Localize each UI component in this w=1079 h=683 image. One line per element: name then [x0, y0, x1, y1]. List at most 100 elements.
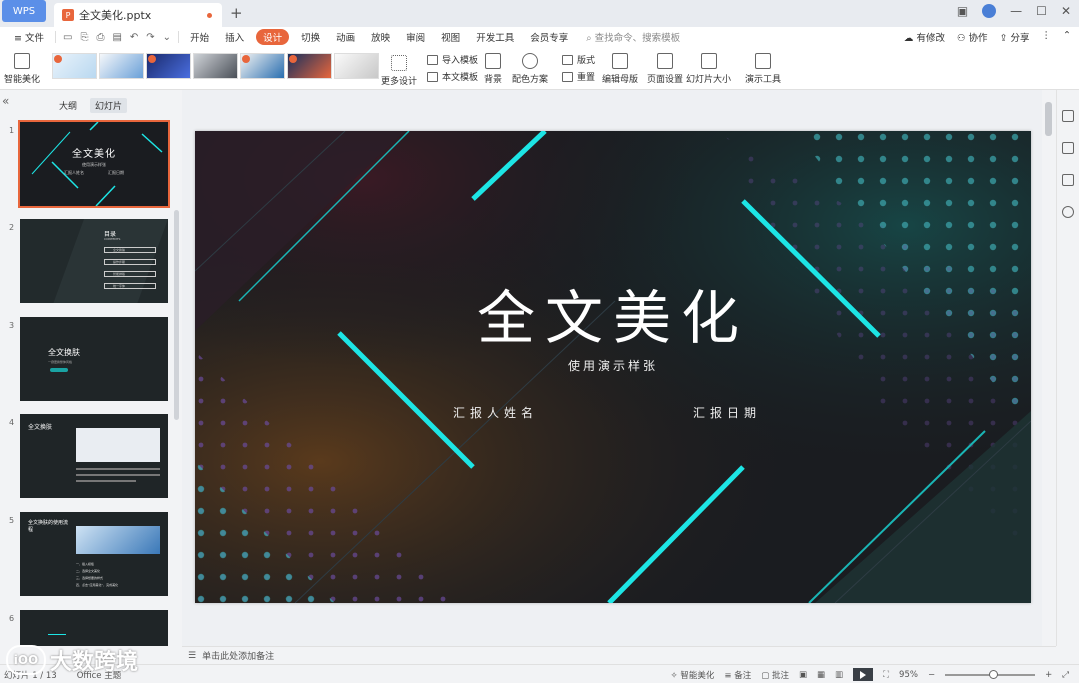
zoom-level[interactable]: 95% — [899, 670, 918, 680]
layout-icon[interactable]: ▣ — [957, 4, 968, 18]
more-design-label: 更多设计 — [381, 77, 418, 87]
vip-badge — [242, 55, 250, 63]
color-scheme-button[interactable]: 配色方案 — [512, 53, 548, 85]
fullscreen-icon[interactable]: ⤢ — [1062, 670, 1069, 680]
present-tools-button[interactable]: 演示工具 — [745, 53, 781, 85]
slide-title[interactable]: 全文美化 — [195, 271, 1031, 355]
notes-toggle[interactable]: ≡ 备注 — [724, 669, 751, 681]
fit-window-icon[interactable]: ⛶ — [883, 670, 889, 680]
background-button[interactable]: 背景 — [484, 53, 502, 85]
edit-master-button[interactable]: 编辑母版 — [602, 53, 638, 85]
current-slide[interactable]: 全文美化 使用演示样张 汇报人姓名 汇报日期 — [195, 131, 1031, 603]
zoom-in-button[interactable]: + — [1045, 670, 1052, 680]
minimize-button[interactable]: — — [1010, 4, 1022, 18]
sorter-view-icon[interactable]: ▦ — [817, 670, 825, 680]
close-button[interactable]: ✕ — [1061, 4, 1071, 18]
menu-bar: ≡ 文件 ▭ ⎘ ⎙ ▤ ↶ ↷ ⌄ 开始 插入 设计 切换 动画 放映 审阅 … — [0, 27, 1079, 47]
avatar[interactable] — [982, 4, 997, 18]
normal-view-icon[interactable]: ▣ — [799, 670, 807, 680]
collapse-ribbon-icon[interactable]: ⌃ — [1063, 30, 1071, 44]
tab-slides[interactable]: 幻灯片 — [90, 98, 128, 113]
layout-button[interactable]: 版式 — [562, 53, 595, 66]
import-template-button[interactable]: 导入模板 — [427, 53, 478, 66]
thumb-subtitle: CONTENTS — [104, 237, 121, 241]
preview-icon[interactable]: ▤ — [108, 32, 125, 43]
thumb-toc-item: 智能排版 — [104, 271, 156, 277]
slide-thumbnail[interactable] — [20, 610, 168, 646]
maximize-button[interactable]: ☐ — [1036, 4, 1047, 18]
help-icon[interactable] — [1062, 206, 1074, 218]
tab-transition[interactable]: 切换 — [293, 30, 328, 44]
zoom-out-button[interactable]: − — [928, 670, 935, 680]
settings-sliders-icon[interactable] — [1062, 110, 1074, 122]
slide-thumbnail[interactable]: 全文换肤 一键更换整体风格 — [20, 317, 168, 401]
share-button[interactable]: ⇪ 分享 — [1000, 30, 1030, 44]
presenter-name[interactable]: 汇报人姓名 — [453, 404, 538, 421]
template-thumb[interactable] — [146, 53, 191, 79]
template-thumb[interactable] — [193, 53, 238, 79]
tab-start[interactable]: 开始 — [182, 30, 217, 44]
slide-pane: « 大纲 幻灯片 1 全文美化 使用演示样张 汇报人姓名 汇报日期 2 目录 C… — [0, 90, 182, 646]
tab-design[interactable]: 设计 — [256, 29, 290, 45]
user-icon: ⚇ — [956, 33, 969, 44]
reset-button[interactable]: 重置 — [562, 70, 595, 83]
reading-view-icon[interactable]: ▥ — [835, 670, 843, 680]
smart-beautify-status[interactable]: ✧ 智能美化 — [671, 669, 715, 681]
changes-button[interactable]: ☁ 有修改 — [904, 30, 945, 44]
tab-insert[interactable]: 插入 — [217, 30, 252, 44]
notes-bar[interactable]: ☰ 单击此处添加备注 — [182, 646, 1056, 664]
file-menu[interactable]: ≡ 文件 — [6, 30, 52, 44]
slide-thumbnail[interactable]: 全文换肤的使用流程 一、插入模板 二、选择全文美化 三、选择想要的样式 四、点击… — [20, 512, 168, 596]
wps-home-tab[interactable]: WPS — [2, 0, 46, 22]
this-template-button[interactable]: 本文模板 — [427, 70, 478, 83]
smart-beautify-button[interactable]: 智能美化 — [4, 53, 40, 85]
template-thumb[interactable] — [287, 53, 332, 79]
report-date[interactable]: 汇报日期 — [693, 404, 761, 421]
editing-stage: 全文美化 使用演示样张 汇报人姓名 汇报日期 — [182, 90, 1042, 646]
print-icon[interactable]: ⎙ — [92, 32, 108, 43]
collapse-pane-icon[interactable]: « — [2, 94, 9, 108]
tab-member[interactable]: 会员专享 — [522, 30, 576, 44]
chevron-down-icon[interactable]: ⌄ — [159, 32, 175, 43]
slide-size-icon — [700, 53, 717, 69]
document-tab[interactable]: P 全文美化.pptx — [54, 3, 222, 27]
tab-slideshow[interactable]: 放映 — [363, 30, 398, 44]
slide-subtitle[interactable]: 使用演示样张 — [195, 357, 1031, 374]
template-thumb[interactable] — [52, 53, 97, 79]
changes-label: 有修改 — [916, 33, 945, 44]
template-gallery — [52, 53, 379, 79]
zoom-slider[interactable] — [945, 669, 1036, 679]
template-thumb[interactable] — [334, 53, 379, 79]
comment-icon[interactable] — [1062, 174, 1074, 186]
zoom-slider-knob[interactable] — [989, 669, 999, 679]
scrollbar-thumb[interactable] — [1045, 102, 1052, 136]
pin-icon[interactable] — [1062, 142, 1074, 154]
stage-scrollbar[interactable] — [1042, 90, 1056, 646]
redo-icon[interactable]: ↷ — [142, 32, 158, 43]
collaborate-button[interactable]: ⚇ 协作 — [957, 30, 988, 44]
new-tab-button[interactable]: + — [230, 4, 243, 22]
tab-review[interactable]: 审阅 — [398, 30, 433, 44]
tab-outline[interactable]: 大纲 — [54, 98, 82, 113]
slide-thumbnail[interactable]: 全文美化 使用演示样张 汇报人姓名 汇报日期 — [18, 120, 170, 208]
undo-icon[interactable]: ↶ — [126, 32, 142, 43]
tab-view[interactable]: 视图 — [433, 30, 468, 44]
more-icon[interactable]: ⋮ — [1042, 30, 1052, 44]
tab-developer[interactable]: 开发工具 — [468, 30, 522, 44]
cloud-icon: ☁ — [903, 33, 917, 44]
collaborate-label: 协作 — [968, 33, 988, 44]
comments-toggle[interactable]: ▢ 批注 — [761, 669, 789, 681]
page-setup-button[interactable]: 页面设置 — [647, 53, 683, 85]
slide-pane-scrollbar[interactable] — [174, 210, 179, 420]
play-slideshow-button[interactable] — [853, 668, 874, 681]
tab-animation[interactable]: 动画 — [328, 30, 363, 44]
slide-size-button[interactable]: 幻灯片大小 — [686, 53, 731, 85]
slide-thumbnail[interactable]: 目录 CONTENTS 全文换肤 操作步骤 智能排版 统一字体 — [20, 219, 168, 303]
template-thumb[interactable] — [99, 53, 144, 79]
more-design-button[interactable]: 更多设计 — [381, 55, 417, 87]
export-icon[interactable]: ⎘ — [76, 32, 92, 43]
save-icon[interactable]: ▭ — [59, 32, 76, 43]
template-thumb[interactable] — [240, 53, 285, 79]
slide-thumbnail[interactable]: 全文换肤 — [20, 414, 168, 498]
search-input[interactable]: ⌕ 查找命令、搜索模板 — [586, 30, 680, 44]
